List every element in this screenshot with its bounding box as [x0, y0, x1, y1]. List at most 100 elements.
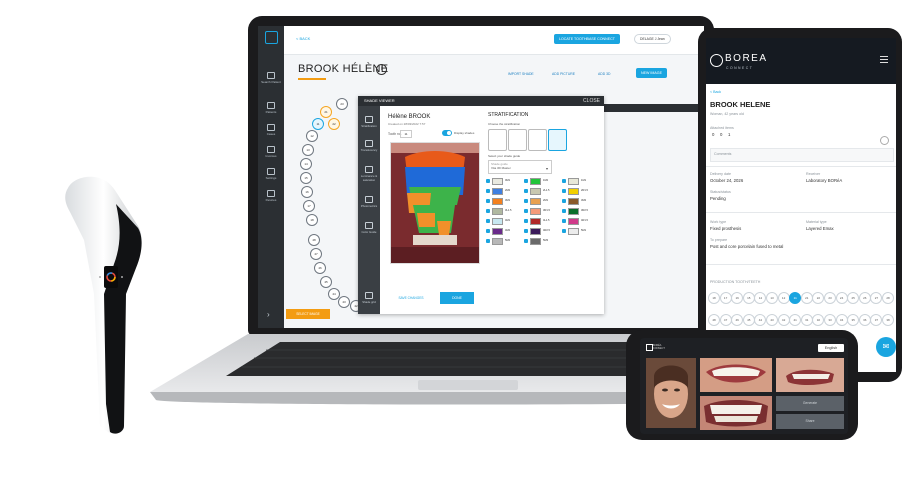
shade-guide-select[interactable]: Shade guide Vita 3D Master ▾	[488, 160, 552, 174]
generate-button[interactable]: Generate	[776, 396, 844, 411]
shade-row[interactable]: 2M1	[524, 198, 560, 205]
shade-row[interactable]: 4R2.5	[524, 228, 560, 235]
attachment-icon[interactable]	[880, 136, 889, 145]
tooth-chip[interactable]: 45	[742, 314, 755, 326]
tooth-chip[interactable]: 16	[731, 292, 744, 304]
sidebar-item-search[interactable]: Search Patient	[261, 72, 281, 84]
tooth-chip[interactable]: 37	[870, 314, 883, 326]
shade-row[interactable]: 2R1.5	[562, 188, 598, 195]
checkbox-icon[interactable]	[562, 199, 566, 203]
done-button[interactable]: DONE	[440, 292, 474, 304]
select-image-button[interactable]: SELECT IMAGE	[286, 309, 330, 319]
shade-row[interactable]: 5M2	[486, 238, 522, 245]
new-image-button[interactable]: NEW IMAGE	[636, 68, 667, 78]
tooth-button[interactable]: 12	[306, 130, 318, 142]
checkbox-icon[interactable]	[486, 209, 490, 213]
checkbox-icon[interactable]	[562, 179, 566, 183]
strat-layer1-icon[interactable]	[488, 129, 507, 151]
modal-tab-luminance[interactable]: Luminance & saturation	[359, 166, 379, 182]
shade-row[interactable]: 4M2	[486, 228, 522, 235]
modal-tab-stratification[interactable]: Stratification	[359, 116, 379, 128]
tooth-chip[interactable]: 15	[742, 292, 755, 304]
shade-row[interactable]: 3R2.5	[562, 208, 598, 215]
tooth-button[interactable]: 14	[300, 158, 312, 170]
user-menu[interactable]: DELAGE J Jean	[634, 34, 671, 44]
shade-row[interactable]: 4M1	[486, 218, 522, 225]
hamburger-icon[interactable]	[880, 56, 888, 57]
checkbox-icon[interactable]	[562, 209, 566, 213]
tooth-chip[interactable]: 25	[847, 292, 860, 304]
tooth-chip[interactable]: 33	[824, 314, 836, 326]
checkbox-icon[interactable]	[562, 189, 566, 193]
tooth-chip[interactable]: 12	[777, 292, 790, 304]
import-shade-button[interactable]: IMPORT SHADE	[508, 72, 534, 76]
share-button[interactable]: Share	[776, 414, 844, 429]
tooth-button[interactable]: 15	[300, 172, 312, 184]
tooth-number-field[interactable]: 11	[400, 130, 412, 138]
tooth-button[interactable]: 16	[301, 186, 313, 198]
modal-tab-shade-grid[interactable]: Shade grid	[359, 292, 379, 304]
display-shades-toggle[interactable]	[442, 130, 452, 136]
sidebar-item-cases[interactable]: Cases	[261, 124, 281, 136]
sidebar-item-devices[interactable]: Devices	[261, 190, 281, 202]
checkbox-icon[interactable]	[486, 229, 490, 233]
modal-tab-translucency[interactable]: Translucency	[359, 140, 379, 152]
modal-tab-color-guide[interactable]: Color Guide	[359, 222, 379, 234]
tooth-chip[interactable]: 31	[800, 314, 813, 326]
tooth-button[interactable]: 46	[314, 262, 326, 274]
tooth-chip[interactable]: 47	[719, 314, 732, 326]
comments-field[interactable]: Comments	[710, 148, 894, 162]
tooth-chip[interactable]: 35	[847, 314, 860, 326]
shade-row[interactable]: 3M2	[562, 198, 598, 205]
back-link[interactable]: < BACK	[296, 36, 310, 41]
shade-row[interactable]: 4L1.5	[524, 218, 560, 225]
checkbox-icon[interactable]	[486, 219, 490, 223]
tooth-chip[interactable]: 21	[800, 292, 813, 304]
shade-row[interactable]: 1M2	[524, 178, 560, 185]
shade-row[interactable]: 5M1	[562, 228, 598, 235]
checkbox-icon[interactable]	[486, 239, 490, 243]
tooth-chip[interactable]: 28	[882, 292, 894, 304]
checkbox-icon[interactable]	[524, 229, 528, 233]
shade-row[interactable]: 3M1	[486, 198, 522, 205]
checkbox-icon[interactable]	[524, 199, 528, 203]
modal-tab-photometrics[interactable]: Photometrics	[359, 196, 379, 208]
tooth-button[interactable]: 47	[310, 248, 322, 260]
shade-row[interactable]: 3L1.5	[486, 208, 522, 215]
locate-toothbase-button[interactable]: LOCATE TOOTHBASE CONNECT	[554, 34, 620, 44]
checkbox-icon[interactable]	[524, 179, 528, 183]
checkbox-icon[interactable]	[486, 179, 490, 183]
tooth-button[interactable]: 45	[320, 276, 332, 288]
tooth-button[interactable]: 21	[320, 106, 332, 118]
tooth-chip[interactable]: 24	[835, 292, 848, 304]
tooth-button[interactable]: 17	[303, 200, 315, 212]
tooth-chip[interactable]: 44	[754, 314, 767, 326]
tooth-button[interactable]: 18	[306, 214, 318, 226]
tooth-chip[interactable]: 48	[708, 314, 720, 326]
tooth-chip[interactable]: 38	[882, 314, 894, 326]
strat-layer2-icon[interactable]	[508, 129, 527, 151]
language-select[interactable]: English	[818, 344, 844, 352]
tooth-chip[interactable]: 41	[789, 314, 802, 326]
tooth-chip[interactable]: 32	[812, 314, 825, 326]
tooth-button[interactable]: 22	[328, 118, 340, 130]
shade-row[interactable]: 3R1.5	[524, 208, 560, 215]
tooth-chip[interactable]: 34	[835, 314, 848, 326]
add-3d-button[interactable]: ADD 3D	[598, 72, 610, 76]
tooth-chip[interactable]: 46	[731, 314, 744, 326]
tooth-chip[interactable]: 14	[754, 292, 767, 304]
strat-layer3-icon[interactable]	[528, 129, 547, 151]
tooth-button[interactable]: 23	[336, 98, 348, 110]
checkbox-icon[interactable]	[524, 189, 528, 193]
shade-row[interactable]: 1M1	[562, 178, 598, 185]
chat-icon[interactable]: ✉	[876, 337, 896, 357]
checkbox-icon[interactable]	[562, 229, 566, 233]
shade-row[interactable]: 0M1	[486, 178, 522, 185]
sidebar-item-patients[interactable]: Patients	[261, 102, 281, 114]
back-link[interactable]: < Back	[710, 90, 721, 94]
tooth-chip[interactable]: 26	[858, 292, 871, 304]
info-icon[interactable]: i	[376, 64, 387, 75]
tooth-chip[interactable]: 13	[766, 292, 778, 304]
shade-row[interactable]: 2L1.5	[524, 188, 560, 195]
tooth-chip[interactable]: 11	[789, 292, 802, 304]
